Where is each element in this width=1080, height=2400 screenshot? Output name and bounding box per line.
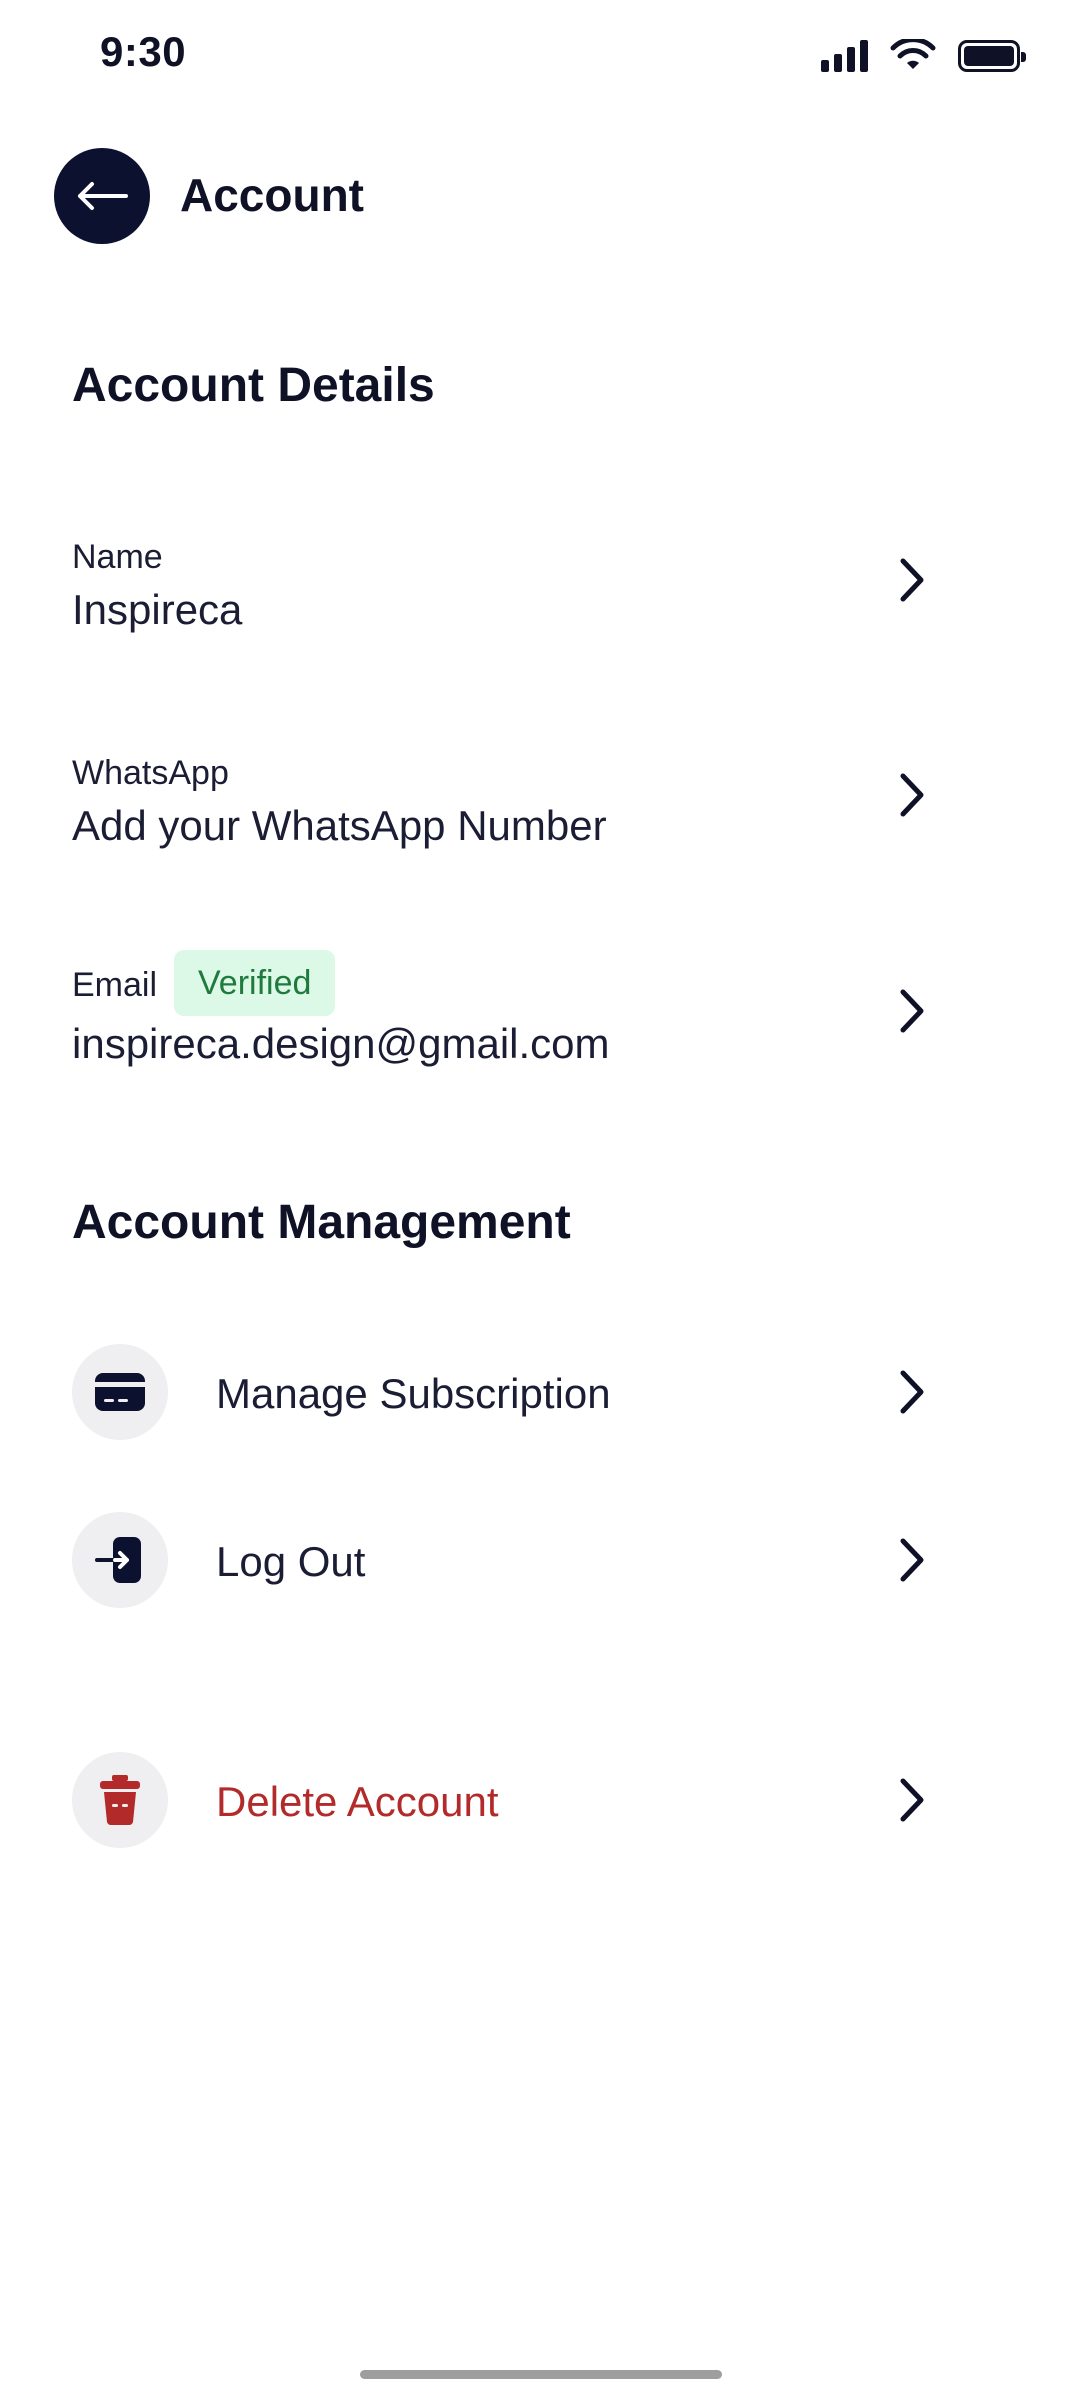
battery-icon xyxy=(958,40,1026,72)
logout-icon-container xyxy=(72,1512,168,1608)
chevron-right-icon xyxy=(900,1370,924,1414)
account-management-heading: Account Management xyxy=(72,1196,571,1249)
manage-subscription-label: Manage Subscription xyxy=(216,1370,611,1417)
chevron-right-icon xyxy=(900,558,924,602)
chevron-right-icon xyxy=(900,1538,924,1582)
home-indicator xyxy=(360,2370,722,2379)
chevron-right-icon xyxy=(900,773,924,817)
card-icon xyxy=(95,1373,145,1411)
status-icons xyxy=(821,36,1026,76)
wifi-icon xyxy=(890,39,936,69)
trash-icon xyxy=(100,1775,140,1825)
arrow-left-icon xyxy=(78,182,128,210)
back-button[interactable] xyxy=(54,148,150,244)
email-value: inspireca.design@gmail.com xyxy=(72,1020,610,1067)
status-time: 9:30 xyxy=(100,28,187,75)
whatsapp-label: WhatsApp xyxy=(72,754,229,792)
verified-badge: Verified xyxy=(174,950,336,1016)
signal-icon xyxy=(821,40,868,72)
logout-icon xyxy=(95,1537,141,1583)
card-icon-container xyxy=(72,1344,168,1440)
trash-icon-container xyxy=(72,1752,168,1848)
account-details-heading: Account Details xyxy=(72,359,435,412)
log-out-label: Log Out xyxy=(216,1538,366,1585)
chevron-right-icon xyxy=(900,989,924,1033)
whatsapp-value: Add your WhatsApp Number xyxy=(72,802,607,849)
chevron-right-icon xyxy=(900,1778,924,1822)
name-label: Name xyxy=(72,538,163,576)
name-value: Inspireca xyxy=(72,586,243,633)
page-title: Account xyxy=(180,169,364,221)
email-label: Email xyxy=(72,966,158,1004)
delete-account-label: Delete Account xyxy=(216,1778,499,1825)
